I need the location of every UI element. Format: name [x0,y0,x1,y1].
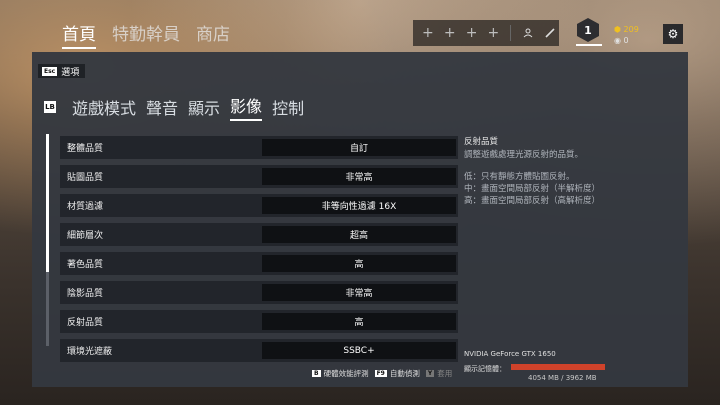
autodetect-button[interactable]: F9 自動偵測 [374,368,420,379]
back-label: 選項 [61,67,80,78]
squad-divider [510,25,512,41]
options-tabs: LB 遊戲模式 聲音 顯示 影像 控制 [44,93,304,121]
key-y-icon: Y [425,370,435,377]
description-title: 反射品質 [464,137,499,147]
renown-value: 209 [623,25,639,34]
description-line: 低：只有靜態方體貼圖反射。 [464,172,575,182]
setting-row[interactable]: 細節層次 超高 [60,223,458,246]
description-text: 調整遊戲處理光源反射的品質。 [464,150,584,160]
squad-slot-3[interactable]: + [463,24,481,42]
setting-value[interactable]: 高 [262,255,456,272]
setting-value[interactable]: 非常高 [262,284,456,301]
setting-value[interactable]: 高 [262,313,456,330]
apply-label: 套用 [437,369,453,378]
setting-value[interactable]: 非常高 [262,168,456,185]
benchmark-button[interactable]: B 硬體效能評測 [312,368,369,379]
top-navigation: 首頁 特勤幹員 商店 [62,20,230,49]
setting-description: 反射品質 調整遊戲處理光源反射的品質。 低：只有靜態方體貼圖反射。 中：畫面空間… [464,136,664,207]
pencil-icon[interactable] [541,24,559,42]
tab-shop[interactable]: 商店 [196,20,230,49]
lb-key-icon: LB [44,101,56,113]
vram-usage-text: 4054 MB / 3962 MB [528,374,597,382]
settings-list: 整體品質 自訂 貼圖品質 非常高 材質過濾 非等向性過濾 16X 細節層次 超高… [60,136,458,368]
setting-row[interactable]: 整體品質 自訂 [60,136,458,159]
back-button[interactable]: Esc 選項 [38,64,86,78]
tab-audio[interactable]: 聲音 [146,95,178,119]
setting-label: 細節層次 [67,231,104,241]
esc-key-icon: Esc [42,66,58,76]
options-panel: Esc 選項 LB 遊戲模式 聲音 顯示 影像 控制 整體品質 自訂 貼圖品質 … [32,52,688,387]
setting-label: 反射品質 [67,318,104,328]
profile-icon[interactable] [519,24,537,42]
action-bar: B 硬體效能評測 F9 自動偵測 Y 套用 [312,368,452,379]
benchmark-label: 硬體效能評測 [323,369,369,378]
setting-label: 貼圖品質 [67,173,104,183]
setting-value[interactable]: 非等向性過濾 16X [262,197,456,214]
credits-icon: ◉ [614,36,621,45]
setting-row[interactable]: 陰影品質 非常高 [60,281,458,304]
tab-display[interactable]: 顯示 [188,95,220,119]
tab-home[interactable]: 首頁 [62,20,96,49]
tab-gameplay[interactable]: 遊戲模式 [72,95,136,119]
setting-value[interactable]: 超高 [262,226,456,243]
setting-label: 環境光遮蔽 [67,347,113,357]
squad-slot-1[interactable]: + [419,24,437,42]
setting-label: 陰影品質 [67,289,104,299]
autodetect-label: 自動偵測 [389,369,420,378]
setting-label: 著色品質 [67,260,104,270]
level-progress [576,44,602,46]
setting-row[interactable]: 反射品質 高 [60,310,458,333]
setting-label: 整體品質 [67,144,104,154]
vram-usage-bar [511,364,605,370]
key-b-icon: B [312,370,321,377]
scrollbar-thumb[interactable] [46,134,49,272]
squad-slot-4[interactable]: + [484,24,502,42]
gear-icon: ⚙ [667,27,679,41]
squad-bar: + + + + [413,20,559,46]
currency-display: ⬢ 209 ◉ 0 [614,24,639,46]
tab-operators[interactable]: 特勤幹員 [112,20,180,49]
apply-button[interactable]: Y 套用 [425,368,453,379]
setting-row[interactable]: 著色品質 高 [60,252,458,275]
setting-value[interactable]: SSBC+ [262,342,456,359]
tab-controls[interactable]: 控制 [272,95,304,119]
setting-row[interactable]: 材質過濾 非等向性過濾 16X [60,194,458,217]
setting-value[interactable]: 自訂 [262,139,456,156]
setting-row[interactable]: 環境光遮蔽 SSBC+ [60,339,458,362]
squad-slot-2[interactable]: + [441,24,459,42]
description-line: 高：畫面空間局部反射（高解析度） [464,196,601,206]
settings-button[interactable]: ⚙ [663,24,683,44]
credits-value: 0 [623,36,629,45]
description-line: 中：畫面空間局部反射（半解析度） [464,184,601,194]
renown-icon: ⬢ [614,25,621,34]
key-f9-icon: F9 [374,370,387,377]
vram-label: 顯示記憶體： [464,365,506,373]
gpu-name: NVIDIA GeForce GTX 1650 [464,350,556,358]
setting-row[interactable]: 貼圖品質 非常高 [60,165,458,188]
tab-graphics[interactable]: 影像 [230,93,263,121]
setting-label: 材質過濾 [67,202,104,212]
